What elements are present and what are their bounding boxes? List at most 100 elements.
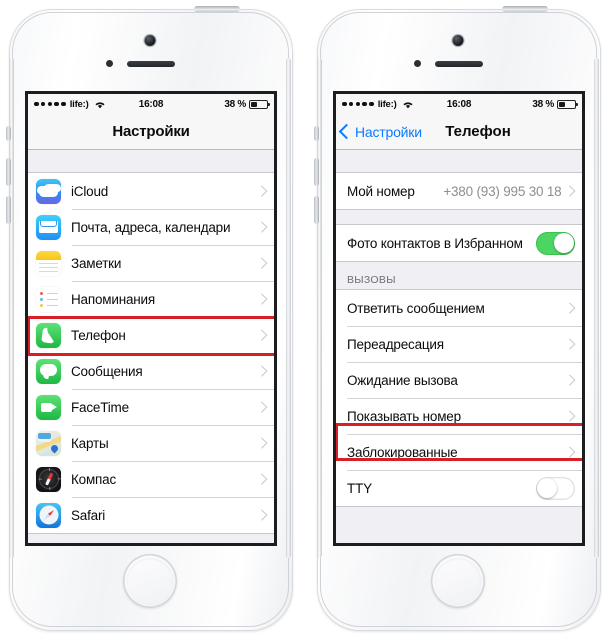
row-label: Мой номер <box>347 183 415 199</box>
chevron-right-icon <box>563 185 575 197</box>
screen-right: life:) 16:08 38 % Настройки Телефон Мой … <box>333 91 585 546</box>
icloud-icon <box>36 178 61 204</box>
sidebar-item-mail[interactable]: Почта, адреса, календари <box>28 209 274 245</box>
page-title: Телефон <box>445 123 511 140</box>
phone-chamfer-right <box>286 58 291 558</box>
screen-left: life:) 16:08 38 % Настройки iCloud Почта… <box>25 91 277 546</box>
chevron-right-icon <box>255 509 267 521</box>
chevron-right-icon <box>255 401 267 413</box>
chevron-right-icon <box>563 446 575 458</box>
row-tty[interactable]: TTY <box>336 470 582 506</box>
row-label: TTY <box>347 480 372 496</box>
chevron-right-icon <box>255 293 267 305</box>
chevron-right-icon <box>255 185 267 197</box>
my-number-value: +380 (93) 995 30 18 <box>443 183 562 199</box>
volume-down-button[interactable] <box>314 196 319 224</box>
row-label: Safari <box>71 507 106 523</box>
power-button[interactable] <box>194 6 240 12</box>
sidebar-item-phone[interactable]: Телефон <box>28 317 274 353</box>
row-label: Ожидание вызова <box>347 372 458 388</box>
chevron-right-icon <box>563 410 575 422</box>
navigation-bar-right: Настройки Телефон <box>336 114 582 150</box>
chevron-right-icon <box>563 302 575 314</box>
chevron-right-icon <box>255 221 267 233</box>
list-top-spacer <box>336 150 582 172</box>
row-label: iCloud <box>71 183 109 199</box>
row-show-my-caller-id[interactable]: Показывать номер <box>336 398 582 434</box>
battery-icon <box>249 99 270 109</box>
earpiece-speaker-icon <box>435 60 483 67</box>
row-my-number[interactable]: Мой номер +380 (93) 995 30 18 <box>336 173 582 209</box>
back-button-label: Настройки <box>355 123 422 140</box>
volume-up-button[interactable] <box>6 158 11 186</box>
reminders-icon <box>36 286 61 312</box>
settings-list[interactable]: iCloud Почта, адреса, календари Заметки <box>28 150 274 543</box>
phone-settings-list[interactable]: Мой номер +380 (93) 995 30 18 Фото конта… <box>336 150 582 543</box>
sidebar-item-notes[interactable]: Заметки <box>28 245 274 281</box>
sidebar-item-facetime[interactable]: FaceTime <box>28 389 274 425</box>
sidebar-item-messages[interactable]: Сообщения <box>28 353 274 389</box>
home-button[interactable] <box>431 554 485 608</box>
earpiece-speaker-icon <box>127 60 175 67</box>
row-call-waiting[interactable]: Ожидание вызова <box>336 362 582 398</box>
row-label: Сообщения <box>71 363 143 379</box>
volume-down-button[interactable] <box>6 196 11 224</box>
chevron-right-icon <box>255 473 267 485</box>
battery-percent-label: 38 % <box>532 98 554 110</box>
toggle-tty[interactable] <box>536 476 575 500</box>
messages-icon <box>36 358 61 384</box>
mute-switch[interactable] <box>314 126 319 141</box>
phone-icon <box>36 322 61 348</box>
sidebar-item-reminders[interactable]: Напоминания <box>28 281 274 317</box>
chevron-right-icon <box>255 329 267 341</box>
mute-switch[interactable] <box>6 126 11 141</box>
row-blocked[interactable]: Заблокированные <box>336 434 582 470</box>
chevron-right-icon <box>255 257 267 269</box>
front-camera-icon <box>144 35 156 46</box>
chevron-right-icon <box>255 365 267 377</box>
phone-chamfer-right <box>594 58 599 558</box>
group-my-number: Мой номер +380 (93) 995 30 18 <box>336 172 582 210</box>
proximity-sensor-icon <box>414 60 421 67</box>
row-label: Напоминания <box>71 291 155 307</box>
row-label: Заметки <box>71 255 122 271</box>
row-label: Фото контактов в Избранном <box>347 235 523 251</box>
section-header-calls: ВЫЗОВЫ <box>336 262 582 289</box>
row-label: Компас <box>71 471 117 487</box>
sidebar-item-safari[interactable]: Safari <box>28 497 274 533</box>
row-label: Показывать номер <box>347 408 461 424</box>
power-button[interactable] <box>502 6 548 12</box>
group-contact-photo: Фото контактов в Избранном <box>336 224 582 262</box>
proximity-sensor-icon <box>106 60 113 67</box>
sidebar-item-icloud[interactable]: iCloud <box>28 173 274 209</box>
safari-icon <box>36 502 61 528</box>
sidebar-item-compass[interactable]: Компас <box>28 461 274 497</box>
group-calls: Ответить сообщением Переадресация Ожидан… <box>336 289 582 507</box>
chevron-right-icon <box>563 374 575 386</box>
battery-percent-label: 38 % <box>224 98 246 110</box>
iphone-right: life:) 16:08 38 % Настройки Телефон Мой … <box>308 6 608 638</box>
row-label: Телефон <box>71 327 126 343</box>
volume-up-button[interactable] <box>314 158 319 186</box>
row-contact-photo-favorites[interactable]: Фото контактов в Избранном <box>336 225 582 261</box>
iphone-left: life:) 16:08 38 % Настройки iCloud Почта… <box>0 6 300 638</box>
list-top-spacer <box>28 150 274 172</box>
compass-icon <box>36 466 61 492</box>
front-camera-icon <box>452 35 464 46</box>
row-label: Ответить сообщением <box>347 300 485 316</box>
back-button[interactable]: Настройки <box>338 123 422 140</box>
sidebar-item-maps[interactable]: Карты <box>28 425 274 461</box>
facetime-icon <box>36 394 61 420</box>
row-respond-with-message[interactable]: Ответить сообщением <box>336 290 582 326</box>
chevron-right-icon <box>255 437 267 449</box>
home-button[interactable] <box>123 554 177 608</box>
row-call-forwarding[interactable]: Переадресация <box>336 326 582 362</box>
status-bar: life:) 16:08 38 % <box>28 94 274 114</box>
battery-icon <box>557 99 578 109</box>
row-label: Переадресация <box>347 336 444 352</box>
maps-icon <box>36 430 61 456</box>
row-label: Почта, адреса, календари <box>71 219 231 235</box>
toggle-contact-photo[interactable] <box>536 231 575 255</box>
chevron-left-icon <box>338 123 355 140</box>
mail-icon <box>36 214 61 240</box>
